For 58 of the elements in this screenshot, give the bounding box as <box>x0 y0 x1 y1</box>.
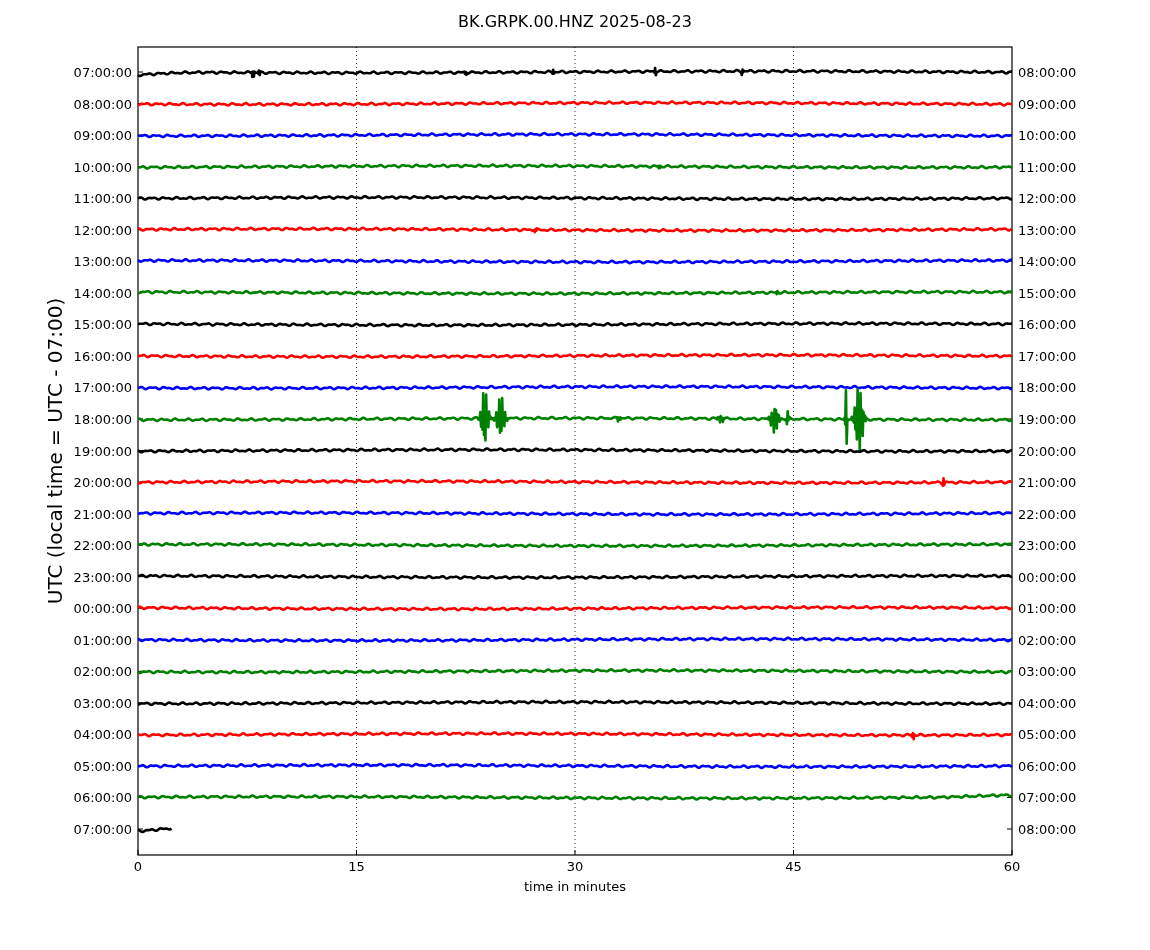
hour-label: 22:00:00 <box>73 538 132 554</box>
hour-label: 09:00:00 <box>73 128 132 144</box>
hour-label: 19:00:00 <box>73 443 132 459</box>
hour-label: 20:00:00 <box>73 475 132 491</box>
hour-label: 14:00:00 <box>73 285 132 301</box>
hour-label: 17:00:00 <box>73 380 132 396</box>
hour-label: 13:00:00 <box>73 254 132 270</box>
hour-label: 00:00:00 <box>1018 569 1077 585</box>
hour-label: 16:00:00 <box>1018 317 1077 333</box>
hour-label: 22:00:00 <box>1018 506 1077 522</box>
hour-label: 14:00:00 <box>1018 254 1077 270</box>
hour-label: 15:00:00 <box>1018 285 1077 301</box>
hour-label: 08:00:00 <box>73 96 132 112</box>
hour-label: 05:00:00 <box>1018 727 1077 743</box>
tick-label: 15 <box>348 859 365 874</box>
tick-label: 30 <box>566 859 584 874</box>
hour-label: 06:00:00 <box>73 790 132 806</box>
hour-label: 18:00:00 <box>73 411 132 427</box>
hour-label: 04:00:00 <box>73 727 132 743</box>
hour-label: 17:00:00 <box>1018 348 1077 364</box>
hour-label: 16:00:00 <box>73 348 132 364</box>
hour-label: 13:00:00 <box>1018 222 1077 238</box>
hour-label: 01:00:00 <box>73 632 132 648</box>
hour-label: 04:00:00 <box>1018 695 1077 711</box>
hour-label: 20:00:00 <box>1018 443 1077 459</box>
hour-label: 00:00:00 <box>73 601 132 617</box>
hour-label: 18:00:00 <box>1018 380 1077 396</box>
hour-label: 09:00:00 <box>1018 96 1077 112</box>
hour-label: 07:00:00 <box>73 65 132 80</box>
hour-label: 03:00:00 <box>1018 664 1077 680</box>
axis-label: UTC (local time = UTC - 07:00) <box>43 297 67 605</box>
hour-label: 05:00:00 <box>73 758 132 774</box>
tick-label: 60 <box>1003 859 1021 874</box>
chart-title: BK.GRPK.00.HNZ 2025-08-23 <box>458 12 692 31</box>
hour-label: 06:00:00 <box>1018 758 1077 774</box>
hour-label: 02:00:00 <box>73 664 132 680</box>
hour-label: 23:00:00 <box>73 569 132 585</box>
hour-label: 11:00:00 <box>1018 159 1077 175</box>
hour-label: 07:00:00 <box>1018 790 1077 806</box>
hour-label: 08:00:00 <box>1018 65 1077 80</box>
hour-label: 21:00:00 <box>1018 475 1077 491</box>
hour-label: 03:00:00 <box>73 695 132 711</box>
hour-label: 15:00:00 <box>73 317 132 333</box>
hour-label: 02:00:00 <box>1018 632 1077 648</box>
hour-label: 12:00:00 <box>73 222 132 238</box>
hour-label: 10:00:00 <box>73 159 132 175</box>
axis-label: time in minutes <box>523 879 627 894</box>
hour-label: 01:00:00 <box>1018 601 1077 617</box>
hour-label: 19:00:00 <box>1018 411 1077 427</box>
hour-label: 23:00:00 <box>1018 538 1077 554</box>
hour-label: 11:00:00 <box>73 191 132 207</box>
hour-label: 12:00:00 <box>1018 191 1077 207</box>
hour-label: 21:00:00 <box>73 506 132 522</box>
hour-label: 07:00:00 <box>73 822 132 837</box>
hour-label: 08:00:00 <box>1018 822 1077 837</box>
tick-label: 0 <box>133 859 143 874</box>
hour-label: 10:00:00 <box>1018 128 1077 144</box>
tick-label: 45 <box>785 859 802 874</box>
